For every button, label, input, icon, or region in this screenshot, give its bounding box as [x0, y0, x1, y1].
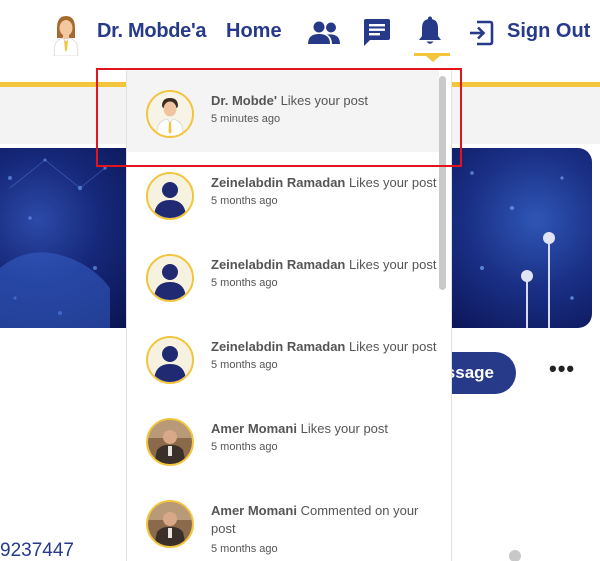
- notification-user: Zeinelabdin Ramadan: [211, 339, 346, 354]
- user-photo-icon: [148, 420, 192, 464]
- notification-text: Zeinelabdin Ramadan Likes your post: [211, 256, 443, 274]
- default-user-icon: [148, 256, 192, 300]
- avatar: [146, 172, 194, 220]
- notification-item[interactable]: Zeinelabdin Ramadan Likes your post 5 mo…: [127, 316, 439, 398]
- notification-time: 5 months ago: [211, 277, 278, 289]
- notification-action: Likes your post: [349, 175, 437, 190]
- notification-action: Likes your post: [300, 421, 389, 436]
- notification-text: Amer Momani Likes your post: [211, 420, 443, 438]
- user-photo-icon: [148, 502, 192, 546]
- user-avatar[interactable]: [52, 14, 80, 56]
- notification-action: Likes your post: [349, 339, 437, 354]
- notification-item[interactable]: Zeinelabdin Ramadan Likes your post 5 mo…: [127, 234, 439, 316]
- sign-out-link[interactable]: Sign Out: [507, 20, 590, 43]
- cover-image: [0, 148, 126, 328]
- nav-username[interactable]: Dr. Mobde'a: [97, 20, 207, 43]
- avatar: [146, 418, 194, 466]
- default-user-icon: [148, 174, 192, 218]
- avatar: [146, 254, 194, 302]
- notification-text: Zeinelabdin Ramadan Likes your post: [211, 338, 443, 356]
- sign-out-icon[interactable]: [468, 20, 494, 46]
- bell-icon[interactable]: [417, 16, 443, 46]
- people-icon[interactable]: [307, 20, 341, 46]
- dropdown-caret: [426, 56, 440, 62]
- notification-time: 5 months ago: [211, 441, 278, 453]
- avatar: [146, 500, 194, 548]
- notification-item[interactable]: Amer Momani Commented on your post 5 mon…: [127, 480, 439, 561]
- notification-time: 5 months ago: [211, 543, 278, 555]
- avatar: [146, 336, 194, 384]
- notification-time: 5 months ago: [211, 359, 278, 371]
- chat-icon[interactable]: [362, 18, 392, 48]
- notification-action: Likes your post: [349, 257, 437, 272]
- notification-item[interactable]: Amer Momani Likes your post 5 months ago: [127, 398, 439, 480]
- notification-user: Amer Momani: [211, 503, 297, 518]
- phone-number: 9237447: [0, 540, 74, 561]
- notification-user: Zeinelabdin Ramadan: [211, 175, 346, 190]
- notification-user: Amer Momani: [211, 421, 297, 436]
- notification-text: Zeinelabdin Ramadan Likes your post: [211, 174, 443, 192]
- notification-time: 5 months ago: [211, 195, 278, 207]
- default-user-icon: [148, 338, 192, 382]
- highlight-box: [96, 68, 462, 167]
- nav-home-link[interactable]: Home: [226, 20, 282, 43]
- notification-text: Amer Momani Commented on your post: [211, 502, 443, 538]
- cover-image-right: [452, 148, 592, 328]
- more-icon[interactable]: •••: [549, 358, 574, 384]
- notification-user: Zeinelabdin Ramadan: [211, 257, 346, 272]
- decorative-dot: [509, 550, 521, 561]
- message-button-label: ssage: [445, 363, 494, 382]
